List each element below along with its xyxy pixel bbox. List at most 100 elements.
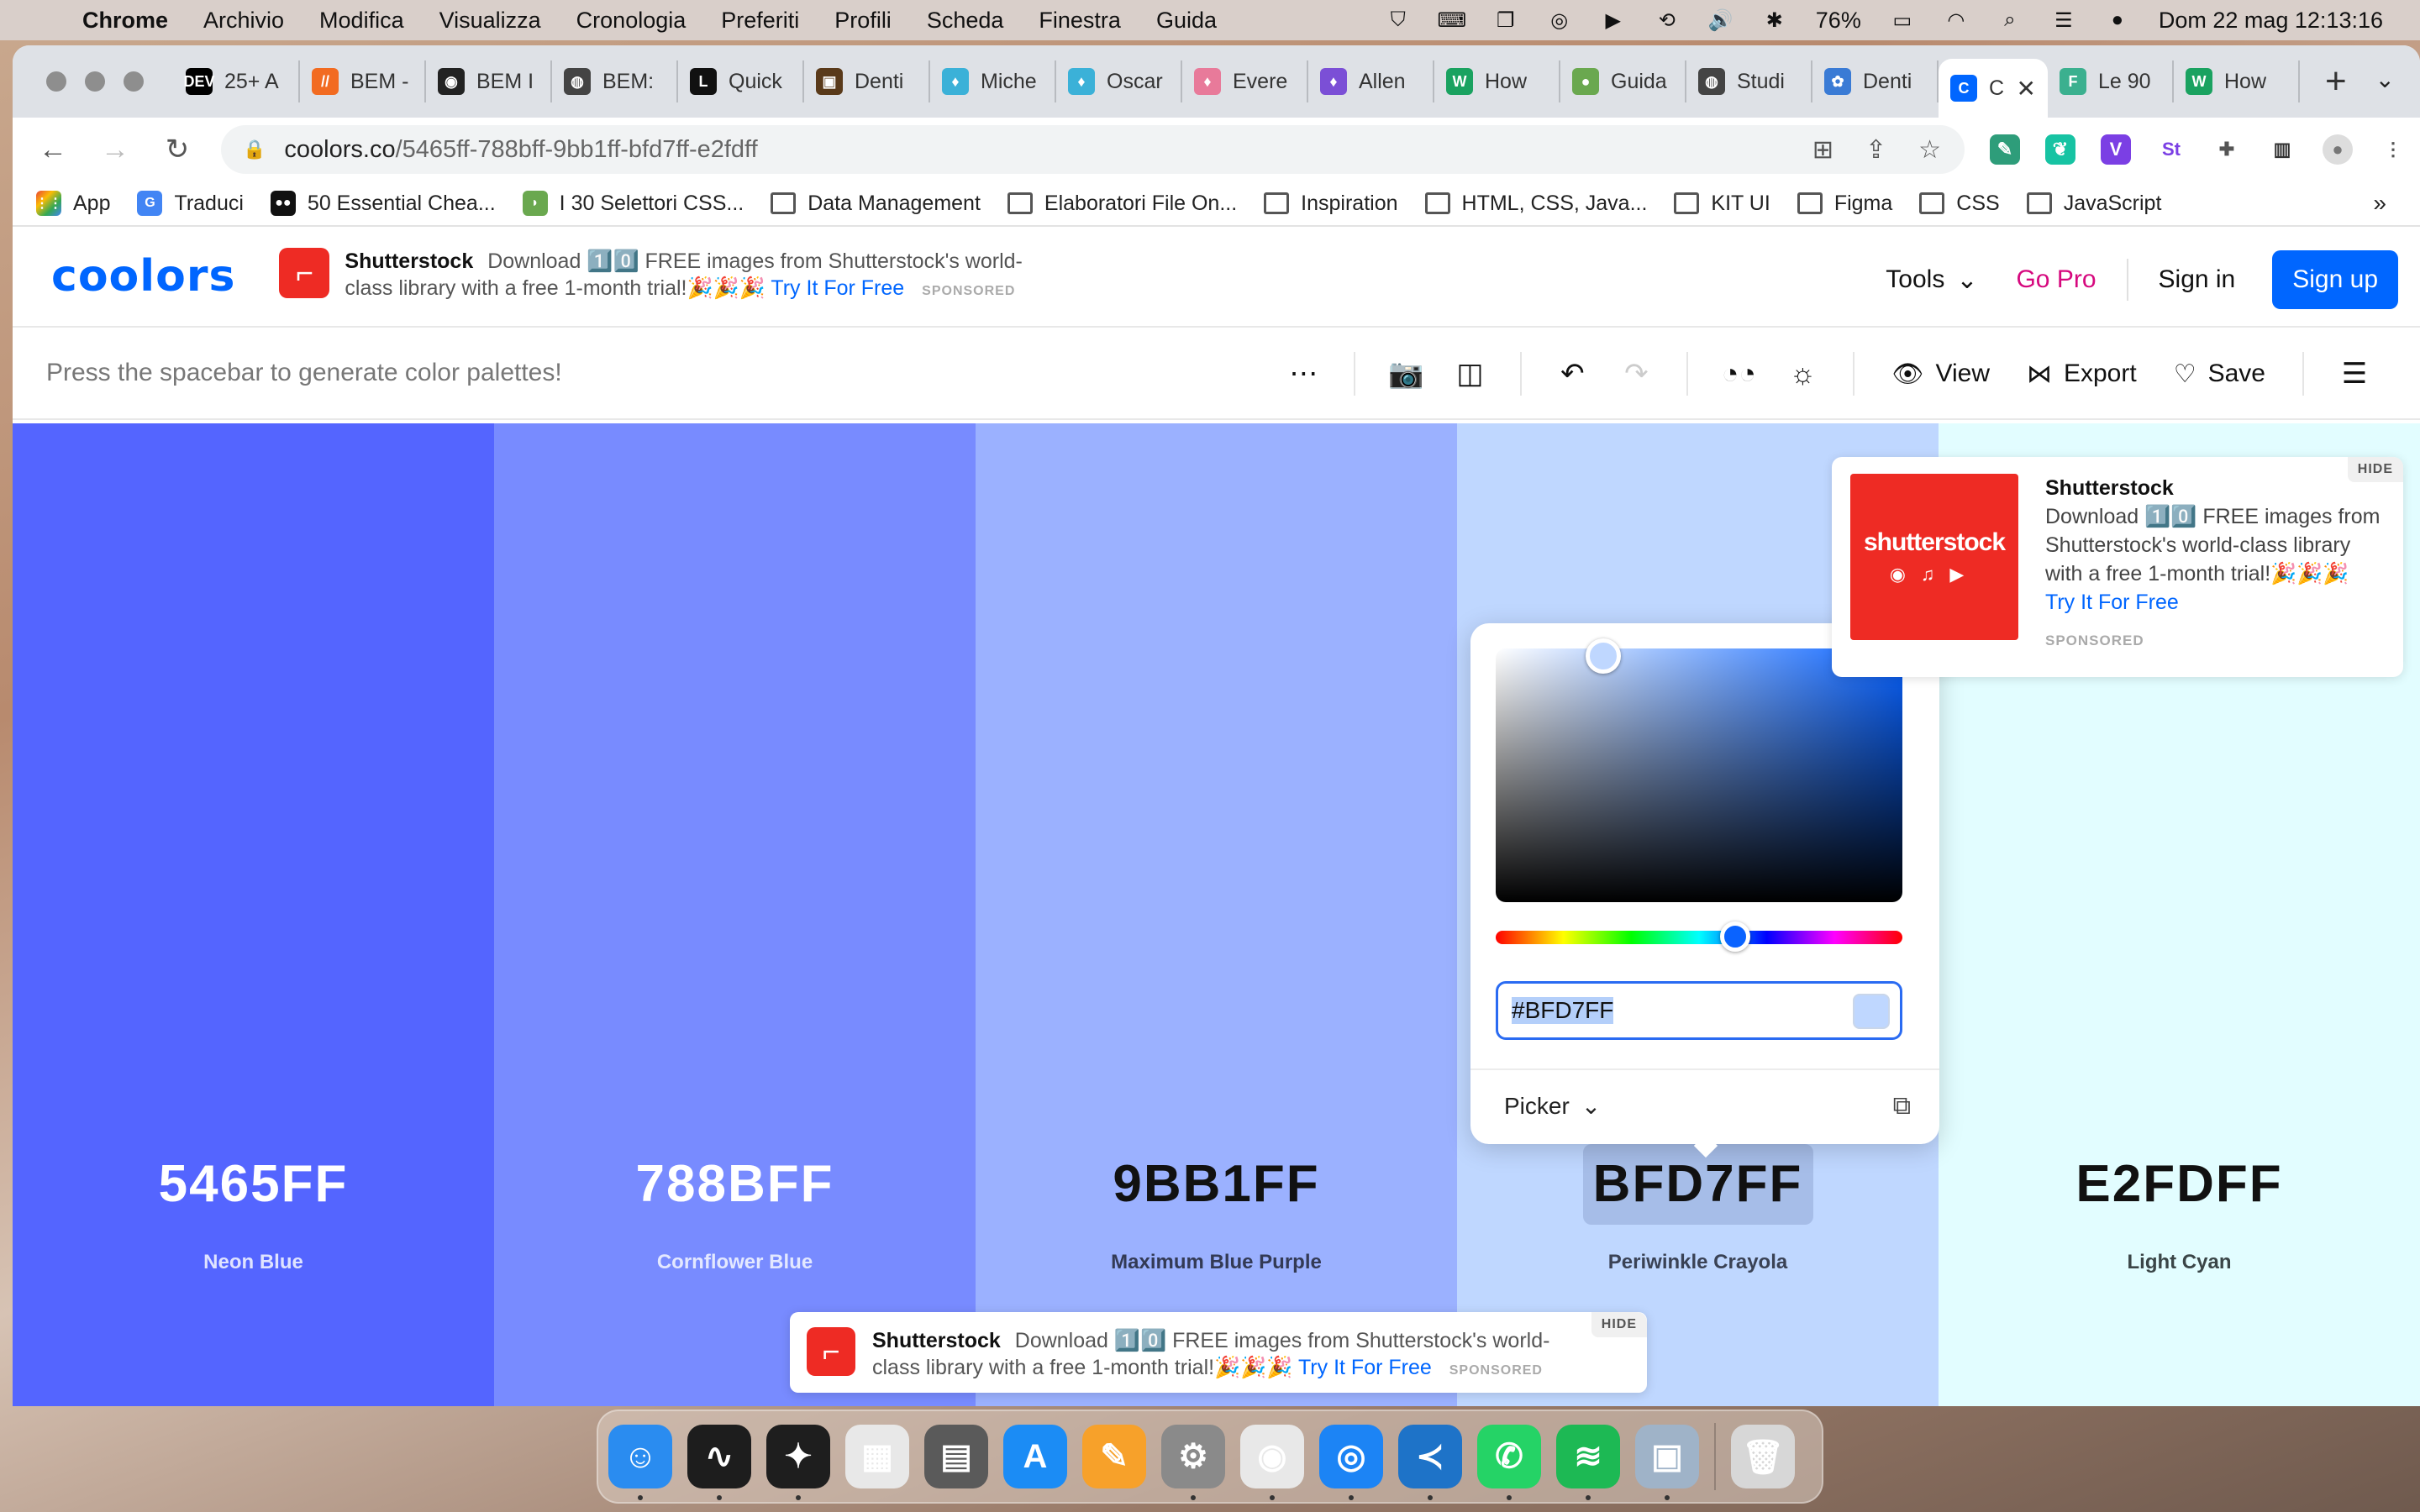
bookmarks-overflow-icon[interactable]: »: [2373, 190, 2386, 217]
copy-icon[interactable]: ⧉: [1893, 1092, 1911, 1121]
app-store-icon[interactable]: A: [1003, 1425, 1067, 1488]
extensions-puzzle-icon[interactable]: ✚: [2212, 134, 2242, 165]
tab[interactable]: F Le 90: [2048, 60, 2174, 102]
play-circle-icon[interactable]: ▶: [1601, 8, 1626, 33]
menu-scheda[interactable]: Scheda: [927, 8, 1004, 34]
bottom-ad-cta[interactable]: Try It For Free: [1298, 1356, 1432, 1379]
layout-columns-icon[interactable]: ◫: [1451, 355, 1488, 392]
bookmark-item[interactable]: ●● 50 Essential Chea...: [270, 191, 496, 216]
menu-cronologia[interactable]: Cronologia: [576, 8, 687, 34]
hex-input[interactable]: #BFD7FF: [1496, 981, 1902, 1040]
spotify-icon[interactable]: ≋: [1556, 1425, 1620, 1500]
bookmark-item[interactable]: Inspiration: [1264, 192, 1398, 216]
tab[interactable]: ◉ BEM I: [426, 60, 552, 102]
color-hex-code[interactable]: 788BFF: [494, 1154, 976, 1214]
tab-active[interactable]: C Co ✕: [1939, 59, 2048, 118]
volume-icon[interactable]: 🔊: [1708, 8, 1733, 33]
sign-up-button[interactable]: Sign up: [2272, 250, 2398, 309]
wifi-icon[interactable]: ◠: [1944, 8, 1969, 33]
trash-icon[interactable]: 🗑: [1731, 1425, 1795, 1488]
header-ad[interactable]: ⌐ Shutterstock Download 1️⃣0️⃣ FREE imag…: [279, 248, 1035, 305]
close-window-button[interactable]: [46, 71, 66, 92]
lock-icon[interactable]: 🔒: [243, 139, 266, 160]
tab[interactable]: ♦ Oscar: [1056, 60, 1182, 102]
hue-handle[interactable]: [1720, 921, 1750, 952]
picker-mode-dropdown[interactable]: Picker ⌄: [1504, 1092, 1601, 1120]
color-hex-code[interactable]: E2FDFF: [1939, 1154, 2420, 1214]
tab[interactable]: ● Guida: [1560, 60, 1686, 102]
tab[interactable]: ◍ BEM:: [552, 60, 678, 102]
control-center-icon[interactable]: ☰: [2051, 8, 2076, 33]
translate-icon[interactable]: ⊞: [1812, 135, 1833, 165]
color-blindness-glasses-icon[interactable]: ◔◔: [1720, 355, 1757, 392]
tab[interactable]: L Quick: [678, 60, 804, 102]
extension-v-icon[interactable]: V: [2101, 134, 2131, 165]
apple-menu-icon[interactable]: [30, 6, 59, 34]
palette-color-column[interactable]: 9BB1FF Maximum Blue Purple: [976, 423, 1457, 1406]
bookmark-item[interactable]: KIT UI: [1674, 192, 1770, 216]
bookmark-item[interactable]: CSS: [1919, 192, 2000, 216]
palette-color-column[interactable]: 5465FF Neon Blue: [13, 423, 494, 1406]
launchpad-icon[interactable]: ▦: [845, 1425, 909, 1488]
color-hex-code[interactable]: 9BB1FF: [976, 1154, 1457, 1214]
tab[interactable]: ▣ Denti: [804, 60, 930, 102]
keyboard-layout-icon[interactable]: ⌨: [1437, 8, 1466, 33]
chrome-menu-icon[interactable]: ⋮: [2378, 134, 2408, 165]
bookmark-item[interactable]: Elaboratori File On...: [1007, 192, 1237, 216]
menu-profili[interactable]: Profili: [834, 8, 892, 34]
bookmark-item[interactable]: G Traduci: [137, 191, 244, 216]
bookmark-item[interactable]: Data Management: [771, 192, 981, 216]
side-ad-hide-button[interactable]: HIDE: [2347, 457, 2403, 482]
tab[interactable]: W How: [2174, 60, 2300, 102]
tab[interactable]: ✿ Denti: [1812, 60, 1939, 102]
finder-icon[interactable]: ☺: [608, 1425, 672, 1500]
calculator-icon[interactable]: ▤: [924, 1425, 988, 1488]
menubar-clock[interactable]: Dom 22 mag 12:13:16: [2159, 8, 2383, 34]
system-preferences-icon[interactable]: ⚙: [1161, 1425, 1225, 1500]
redo-icon[interactable]: ↷: [1618, 355, 1655, 392]
camera-icon[interactable]: 📷: [1387, 355, 1424, 392]
tab-search-chevron-icon[interactable]: ⌄: [2375, 66, 2395, 93]
tab[interactable]: ♦ Miche: [930, 60, 1056, 102]
activity-monitor-icon[interactable]: ∿: [687, 1425, 751, 1500]
undo-icon[interactable]: ↶: [1554, 355, 1591, 392]
color-hex-code[interactable]: BFD7FF: [1457, 1154, 1939, 1214]
saturation-handle[interactable]: [1586, 638, 1621, 674]
shield-icon[interactable]: ⛉: [1386, 8, 1411, 33]
bluetooth-icon[interactable]: ✱: [1762, 8, 1787, 33]
tab[interactable]: ♦ Allen: [1308, 60, 1434, 102]
menu-modifica[interactable]: Modifica: [319, 8, 404, 34]
tab[interactable]: DEV 25+ A: [174, 60, 300, 102]
tab[interactable]: ♦ Evere: [1182, 60, 1308, 102]
menu-guida[interactable]: Guida: [1156, 8, 1217, 34]
menu-archivio[interactable]: Archivio: [203, 8, 284, 34]
share-icon[interactable]: ⇪: [1865, 135, 1886, 165]
chrome-icon[interactable]: ◉: [1240, 1425, 1304, 1500]
pages-icon[interactable]: ✎: [1082, 1425, 1146, 1488]
bookmark-item[interactable]: ◗ I 30 Selettori CSS...: [522, 191, 744, 216]
tools-dropdown[interactable]: Tools ⌄: [1886, 265, 1977, 295]
menu-preferiti[interactable]: Preferiti: [721, 8, 799, 34]
extension-eyedropper-icon[interactable]: ✎: [1990, 134, 2020, 165]
hamburger-menu-icon[interactable]: ☰: [2336, 355, 2373, 392]
bottom-ad[interactable]: ⌐ Shutterstock Download 1️⃣0️⃣ FREE imag…: [790, 1312, 1647, 1393]
whatsapp-icon[interactable]: ✆: [1477, 1425, 1541, 1500]
safari-icon[interactable]: ◎: [1319, 1425, 1383, 1500]
side-ad-cta[interactable]: Try It For Free: [2045, 588, 2381, 617]
header-ad-cta[interactable]: Try It For Free: [771, 276, 904, 300]
bookmark-item[interactable]: HTML, CSS, Java...: [1424, 192, 1647, 216]
siri-icon[interactable]: ●: [2105, 8, 2130, 33]
back-button[interactable]: ←: [34, 131, 71, 168]
bookmark-item[interactable]: ⋮⋮ App: [35, 191, 110, 216]
adjust-brightness-icon[interactable]: ☼: [1784, 355, 1821, 392]
view-button[interactable]: 👁 View: [1891, 360, 1990, 389]
zoom-window-button[interactable]: [124, 71, 144, 92]
hue-slider[interactable]: [1496, 921, 1902, 952]
coolors-logo[interactable]: coolors: [51, 251, 235, 302]
more-options-icon[interactable]: ⋯: [1285, 355, 1322, 392]
extension-leaf-icon[interactable]: ❦: [2045, 134, 2075, 165]
battery-icon[interactable]: ▭: [1890, 8, 1915, 33]
profile-avatar-icon[interactable]: ●: [2323, 134, 2353, 165]
figma-icon[interactable]: ✦: [766, 1425, 830, 1500]
new-tab-button[interactable]: +: [2325, 60, 2347, 102]
